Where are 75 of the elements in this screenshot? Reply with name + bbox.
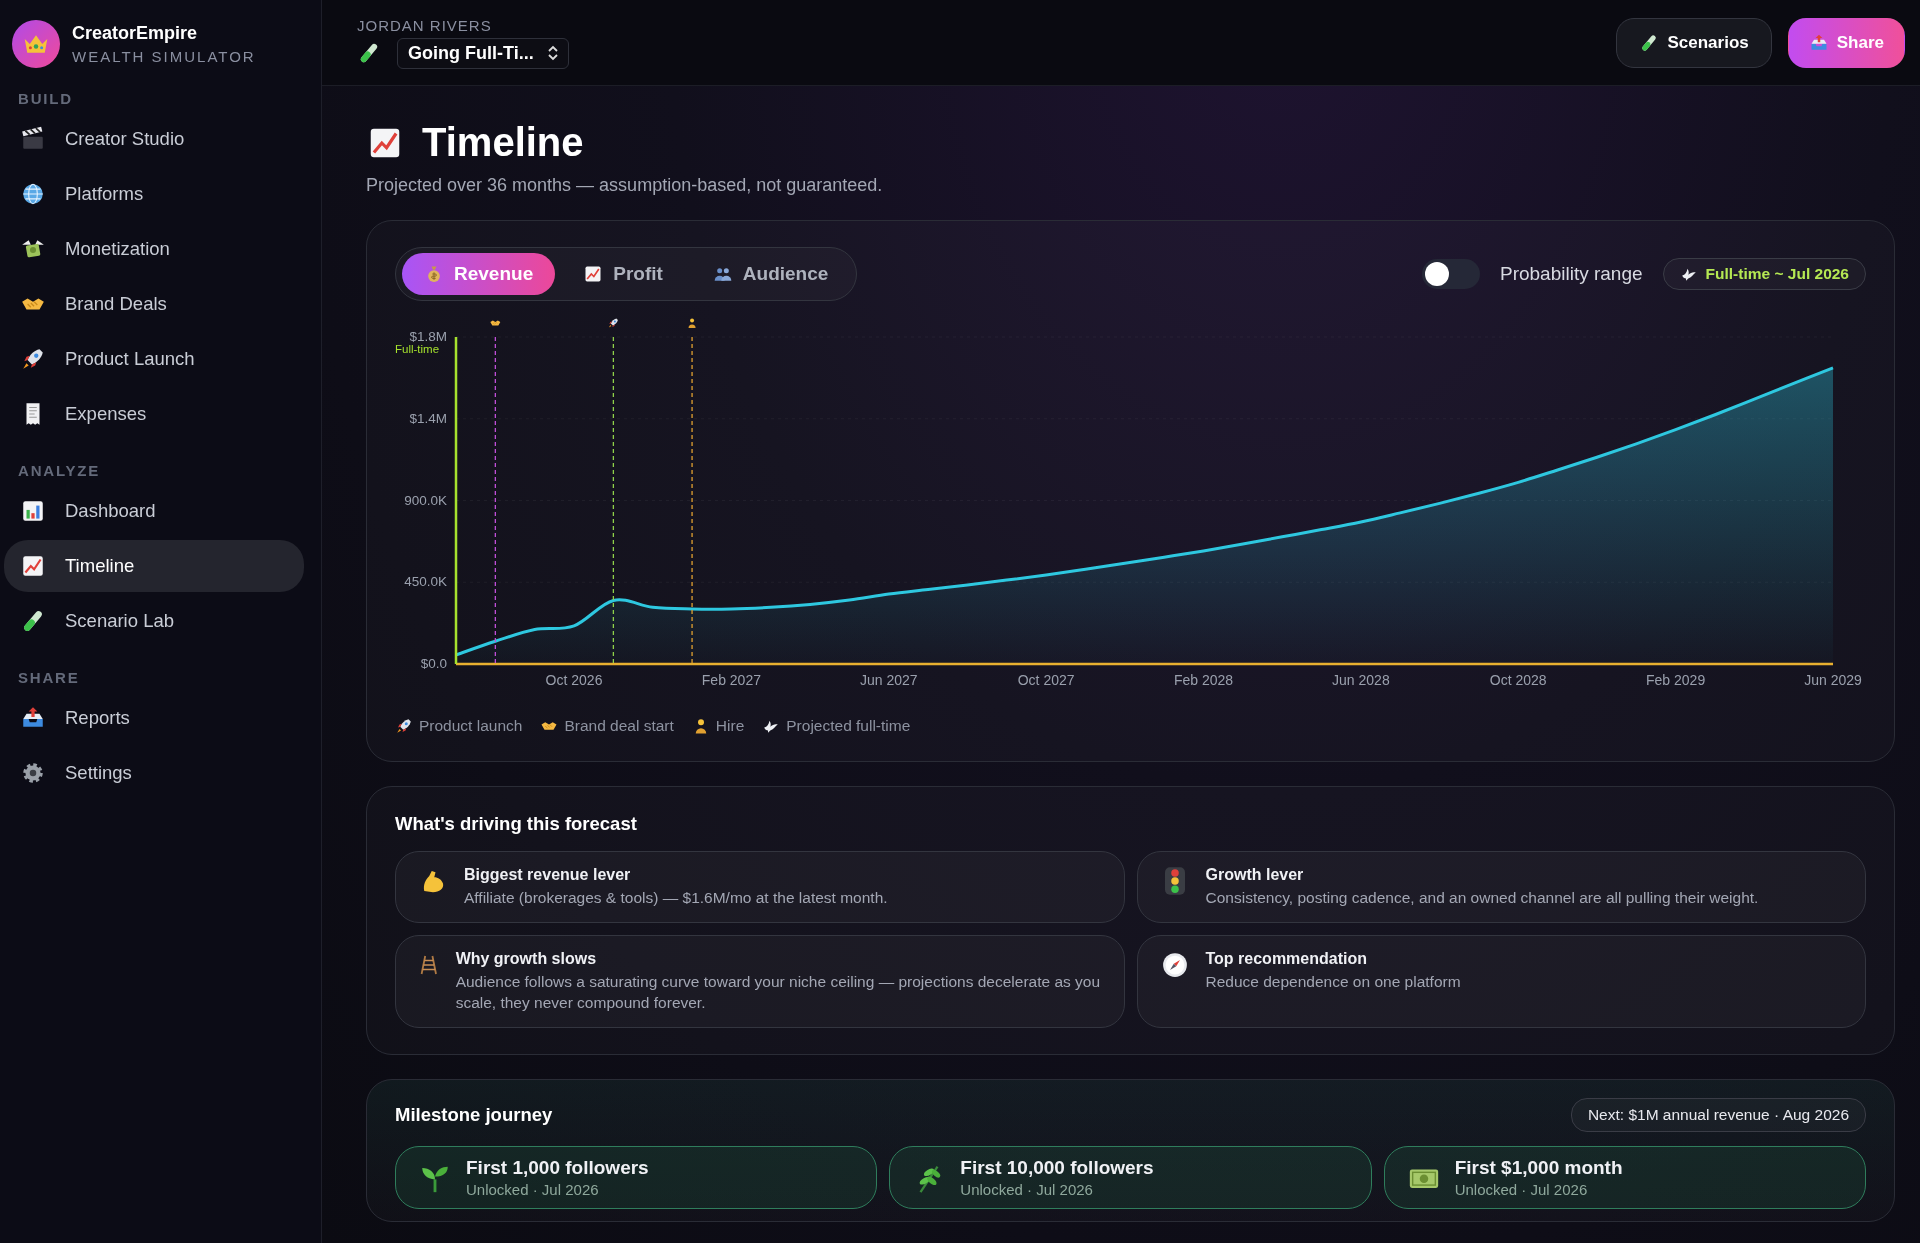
milestone-status: Unlocked · Jul 2026	[960, 1181, 1094, 1198]
globe-icon	[20, 181, 46, 207]
legend-label: Product launch	[419, 717, 523, 735]
x-tick-label: Oct 2027	[1017, 672, 1075, 688]
x-tick-label: Feb 2028	[1173, 672, 1234, 688]
rocket-icon	[395, 717, 413, 735]
rocket-icon	[608, 318, 618, 328]
toggle-label: Probability range	[1499, 263, 1643, 285]
page-title: Timeline	[422, 120, 584, 165]
clapperboard-icon	[20, 126, 46, 152]
insight-title: Growth lever	[1205, 866, 1305, 884]
y-tick-label: $1.4M	[409, 410, 447, 426]
y-tick-label: $0.0	[420, 656, 447, 671]
y-tick-label: 900.0K	[404, 492, 447, 508]
rocket-icon	[20, 346, 46, 372]
y-tick-label: 450.0K	[404, 574, 447, 590]
sidebar-item[interactable]: Dashboard	[4, 485, 304, 537]
insight-text: Affiliate (brokerages & tools) — $1.6M/mo at the latest month.	[464, 888, 888, 908]
sidebar-item[interactable]: Expenses	[4, 388, 304, 440]
full-time-badge: Full-time ~ Jul 2026	[1662, 258, 1866, 290]
sidebar-item[interactable]: Platforms	[4, 168, 304, 220]
probability-toggle[interactable]	[1421, 259, 1480, 289]
user-name: JORDAN RIVERS	[357, 16, 493, 34]
x-tick-label: Jun 2027	[859, 672, 918, 688]
sidebar-item[interactable]: Reports	[4, 692, 304, 744]
legend-label: Hire	[715, 717, 745, 735]
sidebar-item[interactable]: Settings	[4, 747, 304, 799]
section-title: What's driving this forecast	[395, 813, 638, 835]
scenario-select[interactable]: Going Full-Ti...	[397, 37, 569, 69]
scenarios-button[interactable]: Scenarios	[1616, 17, 1772, 68]
insight-title: Why growth slows	[455, 950, 598, 968]
x-tick-label: Jun 2028	[1332, 672, 1390, 688]
sidebar-item[interactable]: Creator Studio	[4, 113, 304, 165]
sidebar-item[interactable]: Scenario Lab	[4, 595, 304, 647]
insight-text: Reduce dependence on one platform	[1205, 972, 1461, 992]
legend-label: Projected full-time	[786, 717, 911, 735]
milestone-title: First $1,000 month	[1454, 1157, 1623, 1179]
sidebar-item[interactable]: Monetization	[4, 223, 304, 275]
insight-text: Consistency, posting cadence, and an owned channel are all pulling their weight.	[1205, 888, 1759, 908]
settings-icon	[20, 760, 46, 786]
milestone-title: First 1,000 followers	[466, 1157, 649, 1179]
full-time-label: Full-time	[395, 343, 440, 355]
section-title: Milestone journey	[395, 1104, 553, 1126]
line-chart-icon	[583, 264, 604, 284]
x-tick-label: Oct 2026	[545, 672, 603, 688]
sidebar-item[interactable]: Brand Deals	[4, 278, 304, 330]
legend-label: Brand deal start	[564, 717, 674, 735]
milestone-status: Unlocked · Jul 2026	[1454, 1181, 1589, 1198]
person-icon	[688, 318, 696, 328]
milestone-title: First 10,000 followers	[960, 1157, 1154, 1179]
section-label: BUILD	[17, 90, 74, 107]
x-tick-label: Jun 2029	[1804, 672, 1862, 688]
sidebar-item[interactable]: Product Launch	[4, 333, 304, 385]
x-tick-label: Feb 2027	[701, 672, 761, 688]
chart-tab[interactable]: Revenue	[402, 253, 556, 295]
chevron-updown-icon	[547, 45, 558, 61]
x-tick-label: Feb 2029	[1646, 672, 1706, 688]
brand-name: CreatorEmpire	[72, 23, 199, 44]
next-milestone-badge: Next: $1M annual revenue · Aug 2026	[1570, 1098, 1866, 1132]
insight-title: Biggest revenue lever	[464, 866, 632, 884]
bar-chart-icon	[20, 498, 46, 524]
x-tick-label: Oct 2028	[1489, 672, 1547, 688]
page-subtitle: Projected over 36 months — assumption-based, not guaranteed.	[366, 175, 884, 196]
chart-tab[interactable]: Profit	[561, 253, 685, 295]
sidebar-item[interactable]: Timeline	[4, 540, 304, 592]
line-chart-icon	[20, 553, 46, 579]
section-label: SHARE	[17, 669, 81, 686]
share-button[interactable]: Share	[1787, 17, 1905, 68]
chart-tab[interactable]: Audience	[690, 253, 851, 295]
insight-title: Top recommendation	[1205, 950, 1368, 968]
insight-text: Audience follows a saturating curve toward your niche ceiling — projections decelerate as you scale, they never compound forever.	[455, 972, 1102, 1013]
milestone-status: Unlocked · Jul 2026	[466, 1181, 600, 1198]
y-tick-label: $1.8M	[409, 329, 447, 344]
section-label: ANALYZE	[17, 462, 102, 479]
brand-tagline: WEALTH SIMULATOR	[72, 48, 256, 65]
